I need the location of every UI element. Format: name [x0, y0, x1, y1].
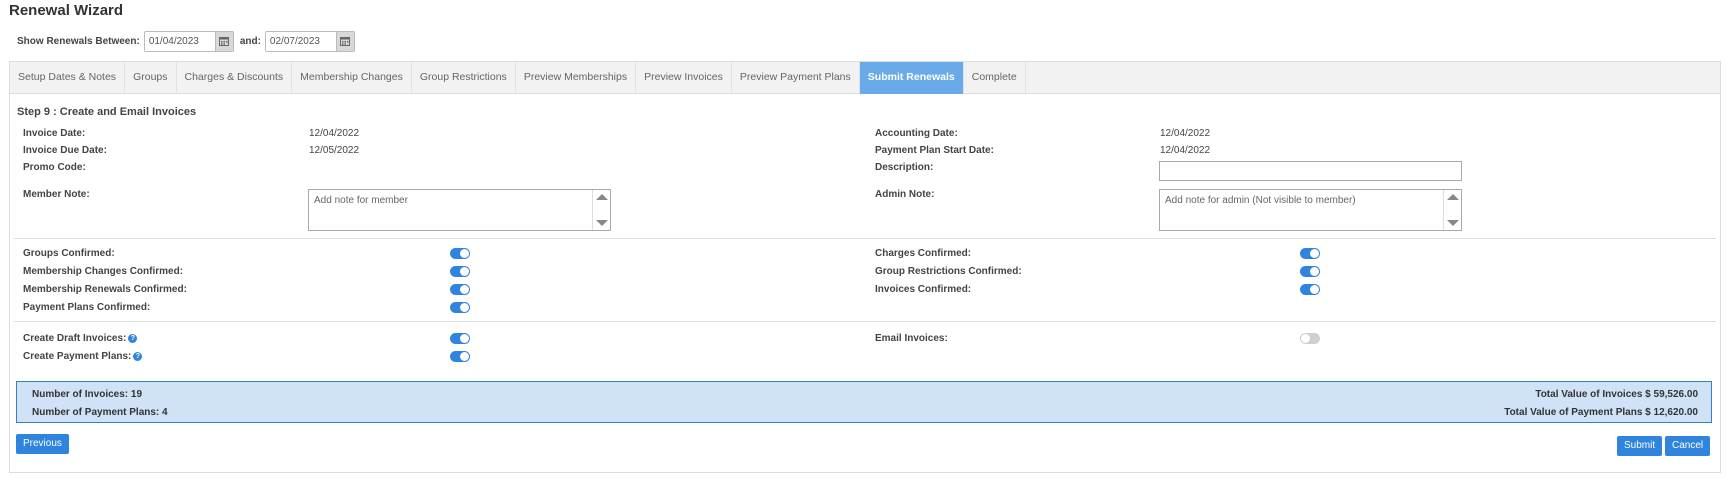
payment-plans-confirmed-toggle[interactable]: [450, 302, 470, 313]
and-label: and:: [239, 35, 261, 47]
previous-button[interactable]: Previous: [16, 434, 69, 454]
calendar-icon[interactable]: [335, 31, 354, 51]
invoice-date-label: Invoice Date:: [23, 128, 86, 139]
create-draft-invoices-text: Create Draft Invoices:: [23, 333, 127, 344]
date-range-label: Show Renewals Between:: [17, 35, 140, 47]
groups-confirmed-label: Groups Confirmed:: [23, 248, 115, 259]
submit-button[interactable]: Submit: [1617, 436, 1663, 456]
payment-plan-start-date-value: 12/04/2022: [1160, 145, 1211, 156]
description-input[interactable]: [1159, 161, 1462, 181]
accounting-date-label: Accounting Date:: [875, 128, 958, 139]
payment-plans-confirmed-label: Payment Plans Confirmed:: [23, 302, 151, 313]
from-date-input[interactable]: [144, 31, 215, 51]
scroll-down-icon[interactable]: [595, 220, 608, 226]
total-value-of-invoices: Total Value of Invoices $ 59,526.00: [1535, 389, 1698, 400]
admin-note-textarea[interactable]: Add note for admin (Not visible to membe…: [1159, 189, 1462, 231]
tab-charges-discounts[interactable]: Charges & Discounts: [177, 62, 293, 94]
admin-note-placeholder: Add note for admin (Not visible to membe…: [1165, 195, 1356, 206]
step-title: Step 9 : Create and Email Invoices: [17, 106, 197, 118]
tab-preview-invoices[interactable]: Preview Invoices: [636, 62, 732, 94]
email-invoices-toggle[interactable]: [1300, 333, 1320, 344]
help-icon[interactable]: ?: [133, 352, 143, 361]
payment-plan-start-date-label: Payment Plan Start Date:: [875, 145, 994, 156]
charges-confirmed-toggle[interactable]: [1300, 248, 1320, 259]
accounting-date-value: 12/04/2022: [1160, 128, 1211, 139]
invoice-due-date-value: 12/05/2022: [309, 145, 360, 156]
divider: [14, 238, 1716, 239]
total-value-of-payment-plans: Total Value of Payment Plans $ 12,620.00: [1504, 407, 1698, 418]
scroll-down-icon[interactable]: [1446, 220, 1459, 226]
member-note-label: Member Note:: [23, 189, 90, 200]
calendar-icon[interactable]: [214, 31, 233, 51]
create-payment-plans-text: Create Payment Plans:: [23, 351, 132, 362]
charges-confirmed-label: Charges Confirmed:: [875, 248, 972, 259]
email-invoices-label: Email Invoices:: [875, 333, 948, 344]
description-label: Description:: [875, 162, 934, 173]
number-of-payment-plans: Number of Payment Plans: 4: [32, 407, 168, 418]
scroll-up-icon[interactable]: [1446, 194, 1459, 200]
scrollbar[interactable]: [1443, 190, 1461, 230]
membership-renewals-confirmed-label: Membership Renewals Confirmed:: [23, 284, 187, 295]
create-draft-invoices-label: Create Draft Invoices:?: [23, 333, 138, 344]
tab-group-restrictions[interactable]: Group Restrictions: [412, 62, 516, 94]
tab-preview-memberships[interactable]: Preview Memberships: [516, 62, 637, 94]
to-date-input[interactable]: [265, 31, 336, 51]
tab-submit-renewals[interactable]: Submit Renewals: [859, 62, 964, 94]
membership-changes-confirmed-label: Membership Changes Confirmed:: [23, 266, 184, 277]
invoices-confirmed-toggle[interactable]: [1300, 284, 1320, 295]
create-payment-plans-toggle[interactable]: [450, 351, 470, 362]
create-payment-plans-label: Create Payment Plans:?: [23, 351, 143, 362]
tab-setup-dates-notes[interactable]: Setup Dates & Notes: [10, 62, 126, 94]
number-of-invoices: Number of Invoices: 19: [32, 389, 143, 400]
group-restrictions-confirmed-toggle[interactable]: [1300, 266, 1320, 277]
cancel-button[interactable]: Cancel: [1665, 436, 1711, 456]
membership-changes-confirmed-toggle[interactable]: [450, 266, 470, 277]
help-icon[interactable]: ?: [128, 334, 138, 343]
admin-note-label: Admin Note:: [875, 189, 935, 200]
to-date-picker: [264, 30, 355, 52]
member-note-placeholder: Add note for member: [314, 195, 408, 206]
scrollbar[interactable]: [592, 190, 610, 230]
invoice-date-value: 12/04/2022: [309, 128, 360, 139]
invoice-due-date-label: Invoice Due Date:: [23, 145, 107, 156]
renewal-summary: Number of Invoices: 19 Number of Payment…: [16, 381, 1712, 423]
page-title: Renewal Wizard: [9, 2, 124, 19]
tab-membership-changes[interactable]: Membership Changes: [292, 62, 412, 94]
tab-complete[interactable]: Complete: [964, 62, 1026, 94]
create-draft-invoices-toggle[interactable]: [450, 333, 470, 344]
member-note-textarea[interactable]: Add note for member: [308, 189, 611, 231]
divider: [14, 321, 1716, 322]
scroll-up-icon[interactable]: [595, 194, 608, 200]
from-date-picker: [143, 30, 234, 52]
invoices-confirmed-label: Invoices Confirmed:: [875, 284, 972, 295]
promo-code-label: Promo Code:: [23, 162, 86, 173]
tab-groups[interactable]: Groups: [125, 62, 177, 94]
groups-confirmed-toggle[interactable]: [450, 248, 470, 259]
date-range-filter: Show Renewals Between: and:: [17, 30, 355, 52]
group-restrictions-confirmed-label: Group Restrictions Confirmed:: [875, 266, 1022, 277]
wizard-tabs: Setup Dates & Notes Groups Charges & Dis…: [10, 62, 1720, 94]
membership-renewals-confirmed-toggle[interactable]: [450, 284, 470, 295]
tab-preview-payment-plans[interactable]: Preview Payment Plans: [732, 62, 860, 94]
wizard-panel: Setup Dates & Notes Groups Charges & Dis…: [9, 61, 1721, 473]
